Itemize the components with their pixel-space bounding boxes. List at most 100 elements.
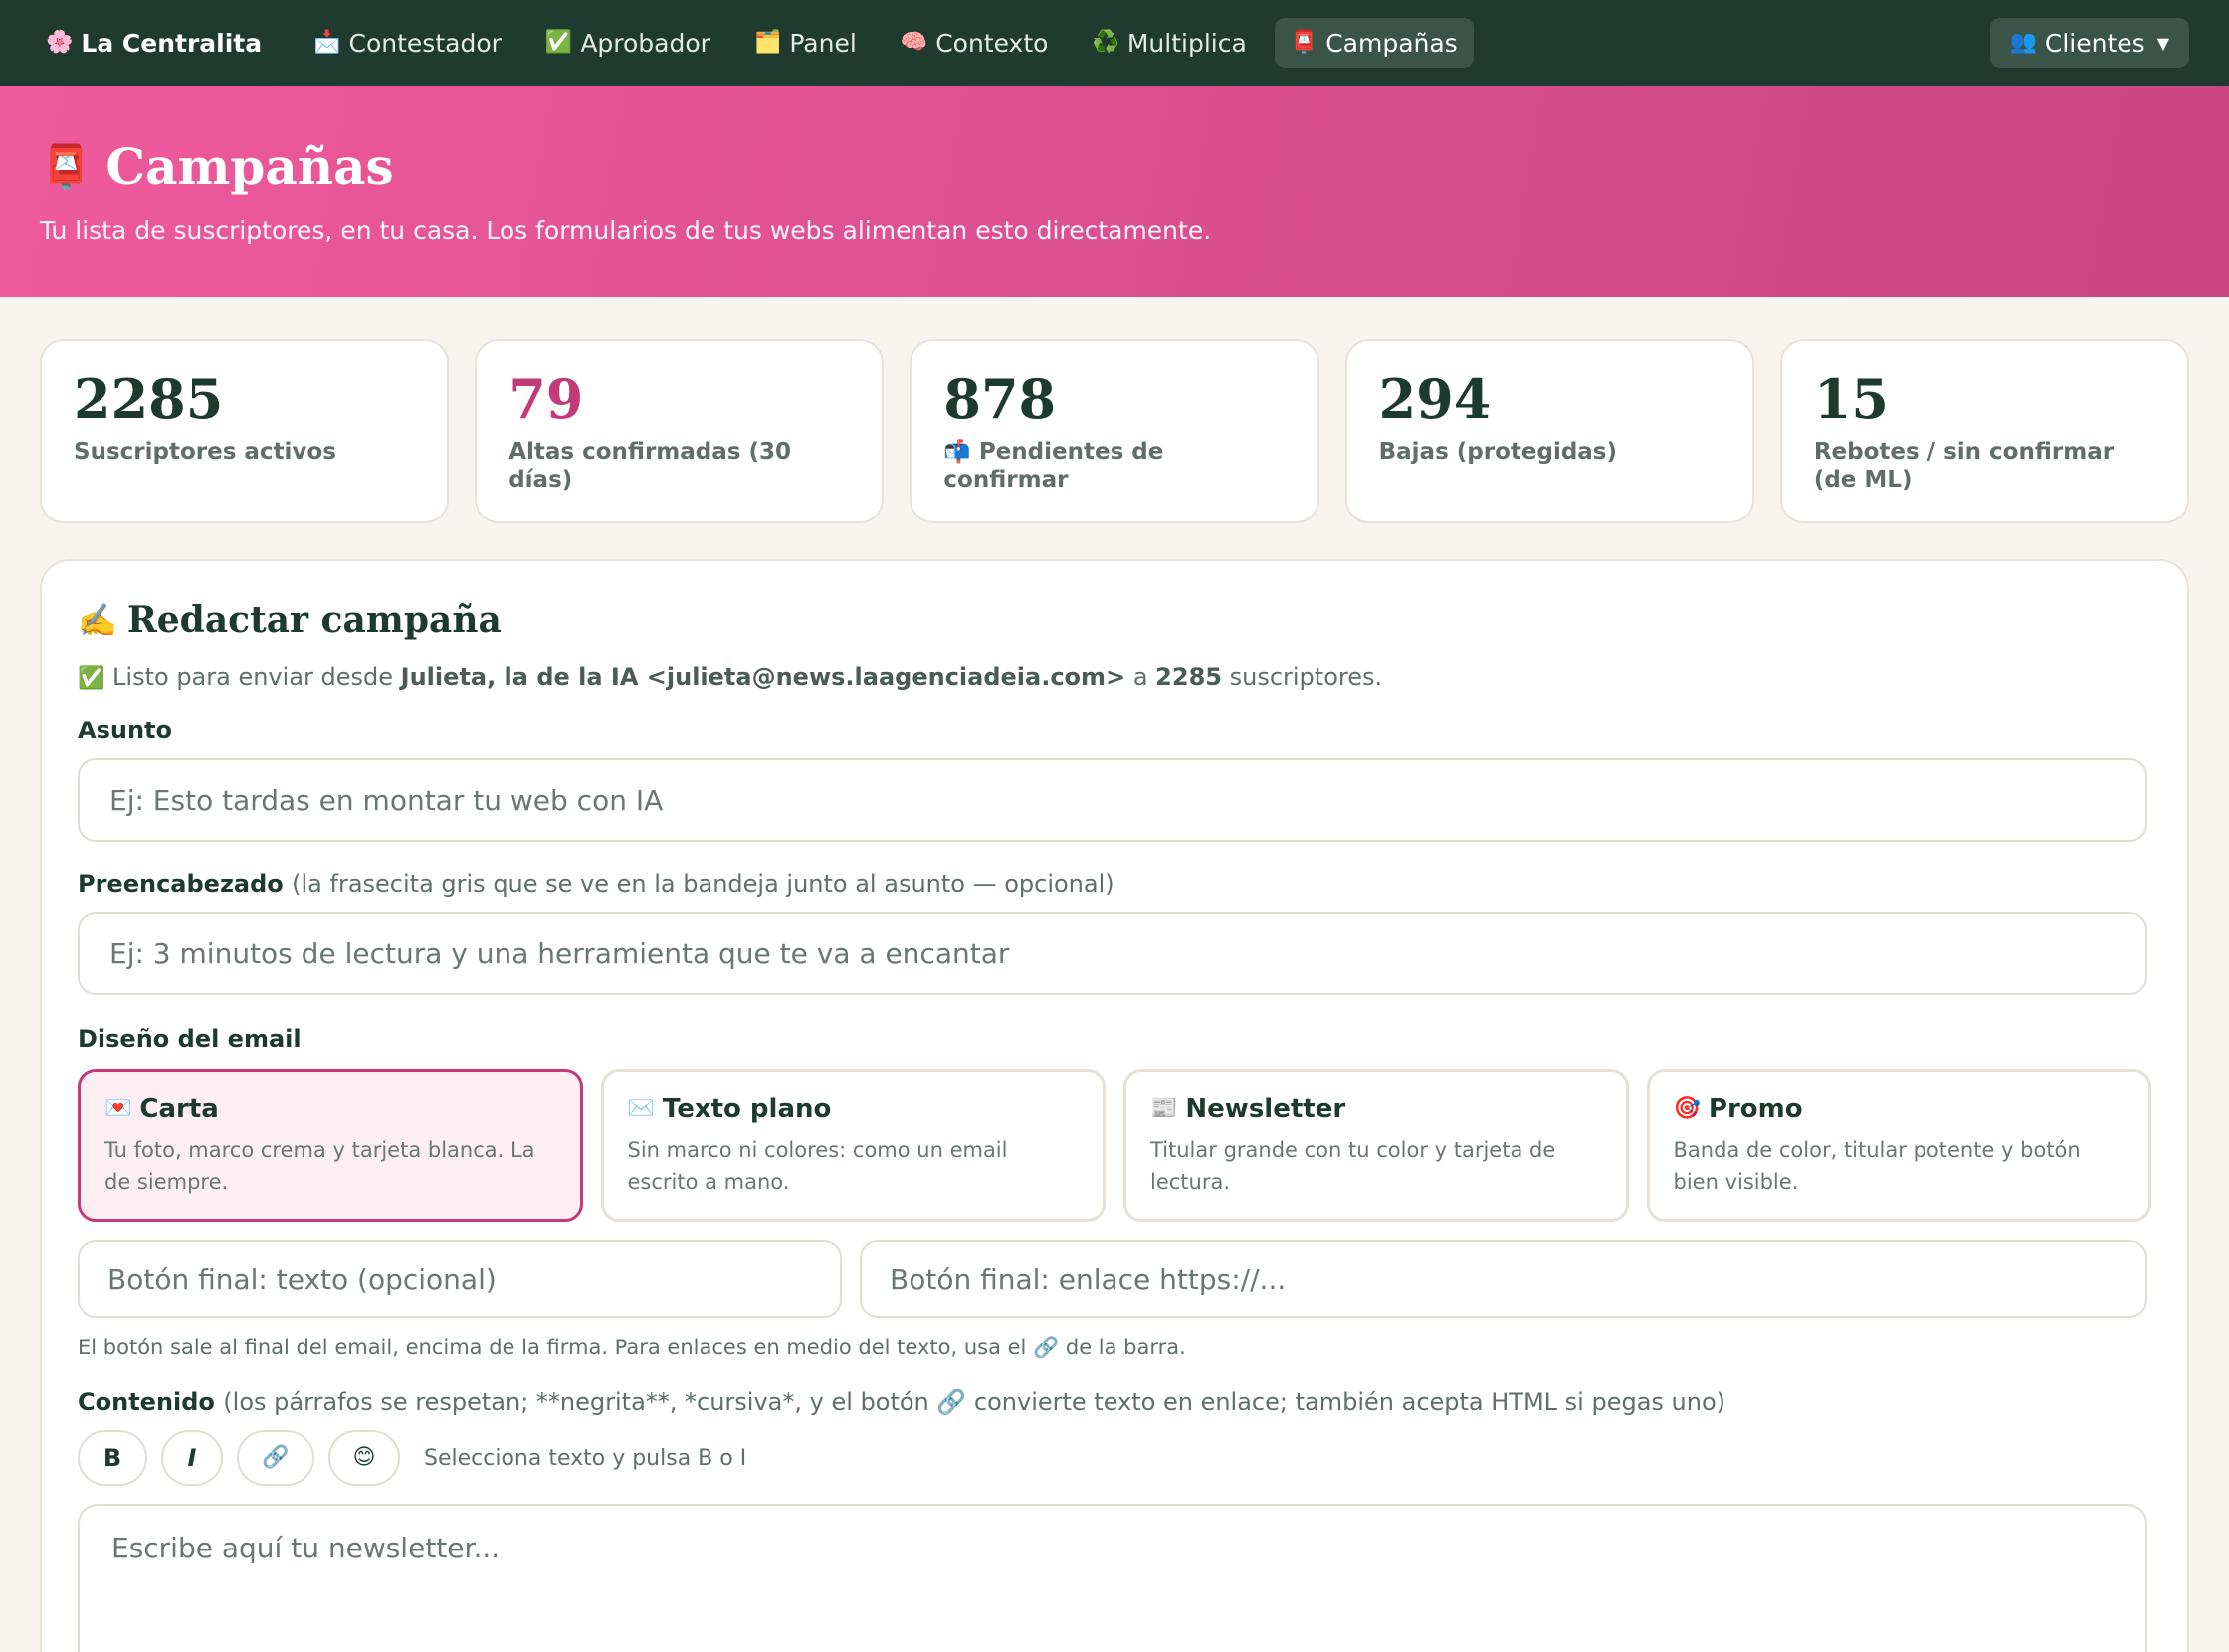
brand-label: La Centralita (81, 28, 263, 58)
ready-mid: a (1132, 663, 1148, 691)
design-option-texto-plano[interactable]: ✉️ Texto plano Sin marco ni colores: com… (600, 1069, 1106, 1222)
content-hint: (los párrafos se respetan; **negrita**, … (223, 1388, 1726, 1416)
brand[interactable]: 🌸 La Centralita (46, 29, 262, 58)
design-desc: Sin marco ni colores: como un email escr… (627, 1138, 1008, 1194)
nav-item-panel[interactable]: 🗂️ Panel (738, 18, 873, 68)
compose-title-text: Redactar campaña (126, 599, 502, 641)
clients-label: Clientes (2044, 28, 2145, 58)
stat-label: Suscriptores activos (74, 438, 336, 465)
design-name-text: Promo (1708, 1094, 1803, 1124)
stat-label: 📬 Pendientes de confirmar (943, 438, 1285, 496)
design-name: 💌 Carta (104, 1094, 556, 1124)
stat-label-text: Pendientes de confirmar (943, 438, 1164, 494)
nav-item-label: Campañas (1325, 28, 1458, 58)
design-desc: Tu foto, marco crema y tarjeta blanca. L… (104, 1138, 535, 1194)
design-option-newsletter[interactable]: 📰 Newsletter Titular grande con tu color… (1123, 1069, 1629, 1222)
inbox-icon: 📩 (313, 30, 341, 55)
final-button-row: Botón final: texto (opcional) Botón fina… (78, 1240, 2151, 1318)
compose-card: ✍️ Redactar campaña ✅ Listo para enviar … (40, 559, 2189, 1652)
flower-icon: 🌸 (46, 30, 74, 55)
button-help: El botón sale al final del email, encima… (78, 1336, 1186, 1359)
link-icon: 🔗 (262, 1445, 290, 1470)
caret-down-icon: ▼ (2156, 33, 2169, 53)
italic-button[interactable]: I (161, 1430, 223, 1486)
nav-item-label: Multiplica (1126, 28, 1247, 58)
design-name: ✉️ Texto plano (628, 1094, 1080, 1124)
preheader-label-text: Preencabezado (78, 870, 284, 898)
mailbox-icon: 📮 (40, 141, 93, 191)
nav-item-label: Contexto (935, 28, 1049, 58)
preheader-input[interactable]: Ej: 3 minutos de lectura y una herramien… (78, 912, 2147, 995)
target-icon: 🎯 (1673, 1096, 1701, 1121)
stat-card-confirmed: 79 Altas confirmadas (30 días) (475, 339, 885, 523)
nav-item-label: Panel (789, 28, 857, 58)
mailbox-icon: 📬 (943, 439, 971, 465)
design-options: 💌 Carta Tu foto, marco crema y tarjeta b… (78, 1069, 2151, 1222)
nav-item-contexto[interactable]: 🧠 Contexto (885, 18, 1065, 68)
stat-value: 294 (1378, 367, 1492, 431)
check-icon: ✅ (78, 666, 105, 691)
stat-card-active: 2285 Suscriptores activos (40, 339, 450, 523)
writing-hand-icon: ✍️ (78, 601, 117, 639)
nav-item-multiplica[interactable]: ♻️ Multiplica (1076, 18, 1262, 68)
nav-item-campanas[interactable]: 📮 Campañas (1274, 18, 1474, 68)
newspaper-icon: 📰 (1150, 1096, 1178, 1121)
mailbox-icon: 📮 (1290, 30, 1318, 55)
love-letter-icon: 💌 (104, 1096, 132, 1121)
stats-row: 2285 Suscriptores activos 79 Altas confi… (40, 339, 2190, 523)
page-title-text: Campañas (105, 137, 394, 196)
ready-prefix: Listo para enviar desde (112, 663, 394, 691)
design-option-promo[interactable]: 🎯 Promo Banda de color, titular potente … (1646, 1069, 2151, 1222)
design-name-text: Newsletter (1185, 1094, 1346, 1124)
content-label-text: Contenido (78, 1388, 215, 1416)
nav-item-label: Contestador (348, 28, 502, 58)
design-desc: Banda de color, titular potente y botón … (1673, 1138, 2081, 1194)
ready-suffix: suscriptores. (1229, 663, 1383, 691)
envelope-icon: ✉️ (627, 1096, 655, 1121)
toolbar-hint: Selecciona texto y pulsa B o I (424, 1445, 747, 1471)
stat-label: Bajas (protegidas) (1378, 438, 1618, 465)
folder-icon: 🗂️ (753, 30, 782, 55)
link-button[interactable]: 🔗 (237, 1430, 314, 1486)
clients-dropdown[interactable]: 👥 Clientes ▼ (1989, 18, 2189, 68)
content-editor[interactable]: Escribe aquí tu newsletter... (78, 1504, 2147, 1652)
bold-button[interactable]: B (78, 1430, 147, 1486)
stat-card-unsubscribed: 294 Bajas (protegidas) (1344, 339, 1754, 523)
subscriber-count: 2285 (1155, 663, 1222, 691)
top-nav: 🌸 La Centralita 📩 Contestador ✅ Aprobado… (0, 0, 2229, 86)
page-subtitle: Tu lista de suscriptores, en tu casa. Lo… (40, 216, 1212, 245)
design-label: Diseño del email (78, 1025, 302, 1053)
stat-card-bounces: 15 Rebotes / sin confirmar (de ML) (1779, 339, 2190, 523)
emoji-button[interactable]: 😊 (328, 1430, 400, 1486)
stat-card-pending: 878 📬 Pendientes de confirmar (910, 339, 1319, 523)
stat-value: 15 (1813, 367, 1889, 431)
format-toolbar: B I 🔗 😊 Selecciona texto y pulsa B o I (78, 1430, 2151, 1486)
design-name-text: Carta (139, 1094, 219, 1124)
design-name: 🎯 Promo (1674, 1094, 2126, 1124)
stat-label: Rebotes / sin confirmar (de ML) (1813, 438, 2115, 494)
subject-input[interactable]: Ej: Esto tardas en montar tu web con IA (78, 758, 2147, 842)
check-icon: ✅ (544, 30, 573, 55)
sender-address: Julieta, la de la IA <julieta@news.laage… (400, 663, 1126, 691)
stat-value: 79 (508, 367, 584, 431)
design-desc: Titular grande con tu color y tarjeta de… (1150, 1138, 1556, 1194)
design-option-carta[interactable]: 💌 Carta Tu foto, marco crema y tarjeta b… (78, 1069, 583, 1222)
button-text-input[interactable]: Botón final: texto (opcional) (78, 1240, 842, 1318)
ready-status: ✅ Listo para enviar desde Julieta, la de… (78, 663, 2151, 691)
users-icon: 👥 (2009, 30, 2037, 55)
button-link-input[interactable]: Botón final: enlace https://... (860, 1240, 2147, 1318)
stat-label: Altas confirmadas (30 días) (508, 438, 791, 494)
nav-item-aprobador[interactable]: ✅ Aprobador (529, 18, 726, 68)
preheader-label: Preencabezado (la frasecita gris que se … (78, 870, 2151, 898)
compose-title: ✍️ Redactar campaña (78, 599, 2151, 641)
stat-value: 878 (943, 367, 1057, 431)
design-name: 📰 Newsletter (1150, 1094, 1602, 1124)
page-title: 📮 Campañas (40, 137, 2189, 196)
nav-item-contestador[interactable]: 📩 Contestador (298, 18, 517, 68)
nav-item-label: Aprobador (580, 28, 710, 58)
content-label: Contenido (los párrafos se respetan; **n… (78, 1388, 2151, 1416)
smile-icon: 😊 (352, 1445, 376, 1470)
recycle-icon: ♻️ (1092, 30, 1119, 55)
design-name-text: Texto plano (662, 1094, 832, 1124)
stat-value: 2285 (74, 367, 224, 431)
